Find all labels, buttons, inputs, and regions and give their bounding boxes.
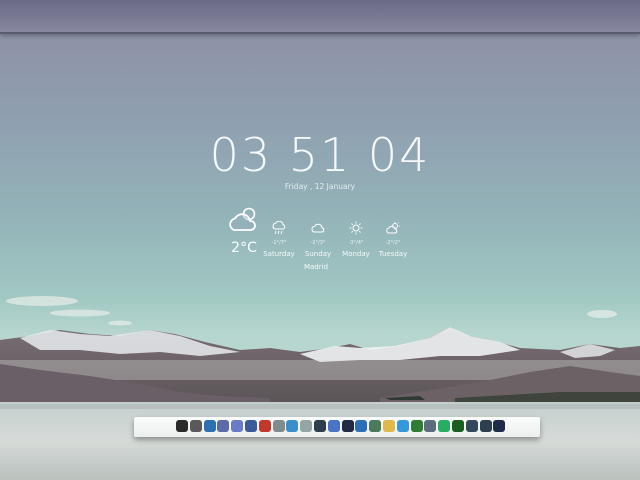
cloud-rain-icon bbox=[272, 220, 286, 235]
dock-icon-10[interactable] bbox=[300, 420, 313, 432]
dock-icon-22[interactable] bbox=[465, 420, 478, 432]
dock-icon-3[interactable] bbox=[203, 420, 216, 432]
dock-icon-21[interactable] bbox=[452, 420, 464, 432]
current-temperature: 2°C bbox=[231, 240, 257, 256]
forecast-day: Tuesday bbox=[378, 250, 408, 258]
dock-icon-8[interactable] bbox=[272, 420, 285, 432]
cloud-icon bbox=[311, 223, 325, 233]
weather-city: Madrid bbox=[303, 263, 329, 271]
forecast-day: Monday bbox=[342, 250, 370, 258]
dock-icon-13[interactable] bbox=[341, 420, 354, 432]
forecast-day: Sunday bbox=[304, 250, 332, 258]
cloud-sun-icon bbox=[386, 221, 400, 234]
dock-icon-19[interactable] bbox=[424, 420, 437, 432]
dock-icon-7[interactable] bbox=[258, 420, 271, 432]
dock-icon-9[interactable] bbox=[286, 420, 299, 432]
clock-date: Friday , 12 January bbox=[284, 182, 356, 191]
dock-icon-11[interactable] bbox=[314, 420, 326, 432]
dock-icon-4[interactable] bbox=[217, 420, 230, 432]
forecast-day: Saturday bbox=[263, 250, 295, 258]
sun-icon bbox=[349, 221, 363, 235]
forecast-tuesday: -2°/2° Tuesday bbox=[373, 220, 413, 258]
dock-icon-16[interactable] bbox=[383, 420, 395, 432]
dock-icon-5[interactable] bbox=[231, 420, 244, 432]
cloud-sun-icon bbox=[229, 207, 256, 231]
dock-icon-24[interactable] bbox=[493, 420, 506, 432]
dock-icon-18[interactable] bbox=[410, 420, 423, 432]
forecast-monday: -3°/4° Monday bbox=[336, 220, 376, 258]
dock-icon-17[interactable] bbox=[396, 420, 409, 432]
dock-icon-15[interactable] bbox=[369, 420, 382, 432]
forecast-range: -3°/4° bbox=[348, 240, 364, 246]
dock-icon-1[interactable] bbox=[176, 420, 188, 432]
forecast-saturday: -1°/7° Saturday bbox=[259, 220, 299, 258]
clock-time: 03 51 04 bbox=[209, 128, 431, 182]
dock-icon-6[interactable] bbox=[245, 420, 257, 432]
forecast-range: -2°/3° bbox=[310, 240, 326, 246]
dock-icon-2[interactable] bbox=[189, 420, 202, 432]
forecast-range: -1°/7° bbox=[271, 240, 287, 246]
top-panel bbox=[0, 0, 640, 34]
current-weather: 2°C bbox=[224, 204, 264, 256]
dock-icon-23[interactable] bbox=[479, 420, 492, 432]
forecast-range: -2°/2° bbox=[385, 240, 401, 246]
dock-icon-20[interactable] bbox=[438, 420, 451, 432]
forecast-sunday: -2°/3° Sunday bbox=[298, 220, 338, 258]
dock-icon-14[interactable] bbox=[355, 420, 368, 432]
dock-icon-12[interactable] bbox=[327, 420, 340, 432]
dock-items bbox=[134, 417, 540, 437]
